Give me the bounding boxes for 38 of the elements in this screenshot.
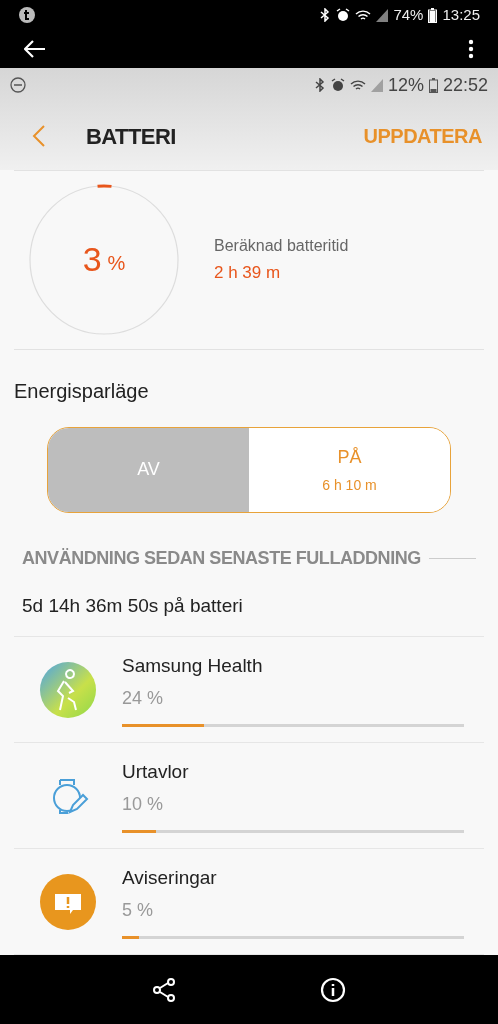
section-heading: ANVÄNDNING SEDAN SENASTE FULLADDNING <box>22 546 421 570</box>
battery-icon <box>428 77 438 93</box>
battery-percent: 74% <box>393 4 424 25</box>
battery-duration: 5d 14h 36m 50s på batteri <box>21 593 244 618</box>
signal-icon <box>370 78 383 92</box>
alert-icon <box>40 873 96 930</box>
app-percent: 24 % <box>122 686 165 710</box>
battery-percent: 12% <box>387 73 424 97</box>
do-not-disturb-icon <box>10 77 26 93</box>
app-name: Aviseringar <box>122 866 218 891</box>
app-percent: 10 % <box>122 792 165 816</box>
estimate-value: 2 h 39 m <box>214 262 282 285</box>
wifi-icon <box>355 8 372 22</box>
clock: 13:25 <box>442 4 480 25</box>
refresh-button[interactable]: UPPDATERA <box>363 121 482 151</box>
more-icon[interactable] <box>468 39 474 59</box>
app-percent: 5 % <box>122 898 155 922</box>
notification-icon <box>18 6 36 24</box>
mode-option[interactable]: AV <box>48 427 249 512</box>
mode-option[interactable]: PÅ 6 h 10 m <box>249 427 450 512</box>
bluetooth-icon <box>319 8 332 22</box>
runner-icon <box>40 661 96 718</box>
app-name: Urtavlor <box>122 760 190 785</box>
wifi-icon <box>349 78 366 92</box>
clock: 22:52 <box>442 73 488 97</box>
signal-icon <box>376 8 389 22</box>
section-title: Energisparläge <box>13 378 150 404</box>
info-icon[interactable] <box>320 976 346 1003</box>
bluetooth-icon <box>313 78 326 92</box>
share-icon[interactable] <box>152 977 176 1002</box>
page-title: BATTERI <box>86 122 176 151</box>
alarm-icon <box>330 78 345 92</box>
app-name: Samsung Health <box>122 654 264 679</box>
estimate-label: Beräknad batteritid <box>214 236 349 257</box>
alarm-icon <box>336 8 351 22</box>
battery-icon <box>428 7 438 23</box>
battery-percent: 3 <box>82 239 102 281</box>
percent-sign: % <box>107 250 126 276</box>
